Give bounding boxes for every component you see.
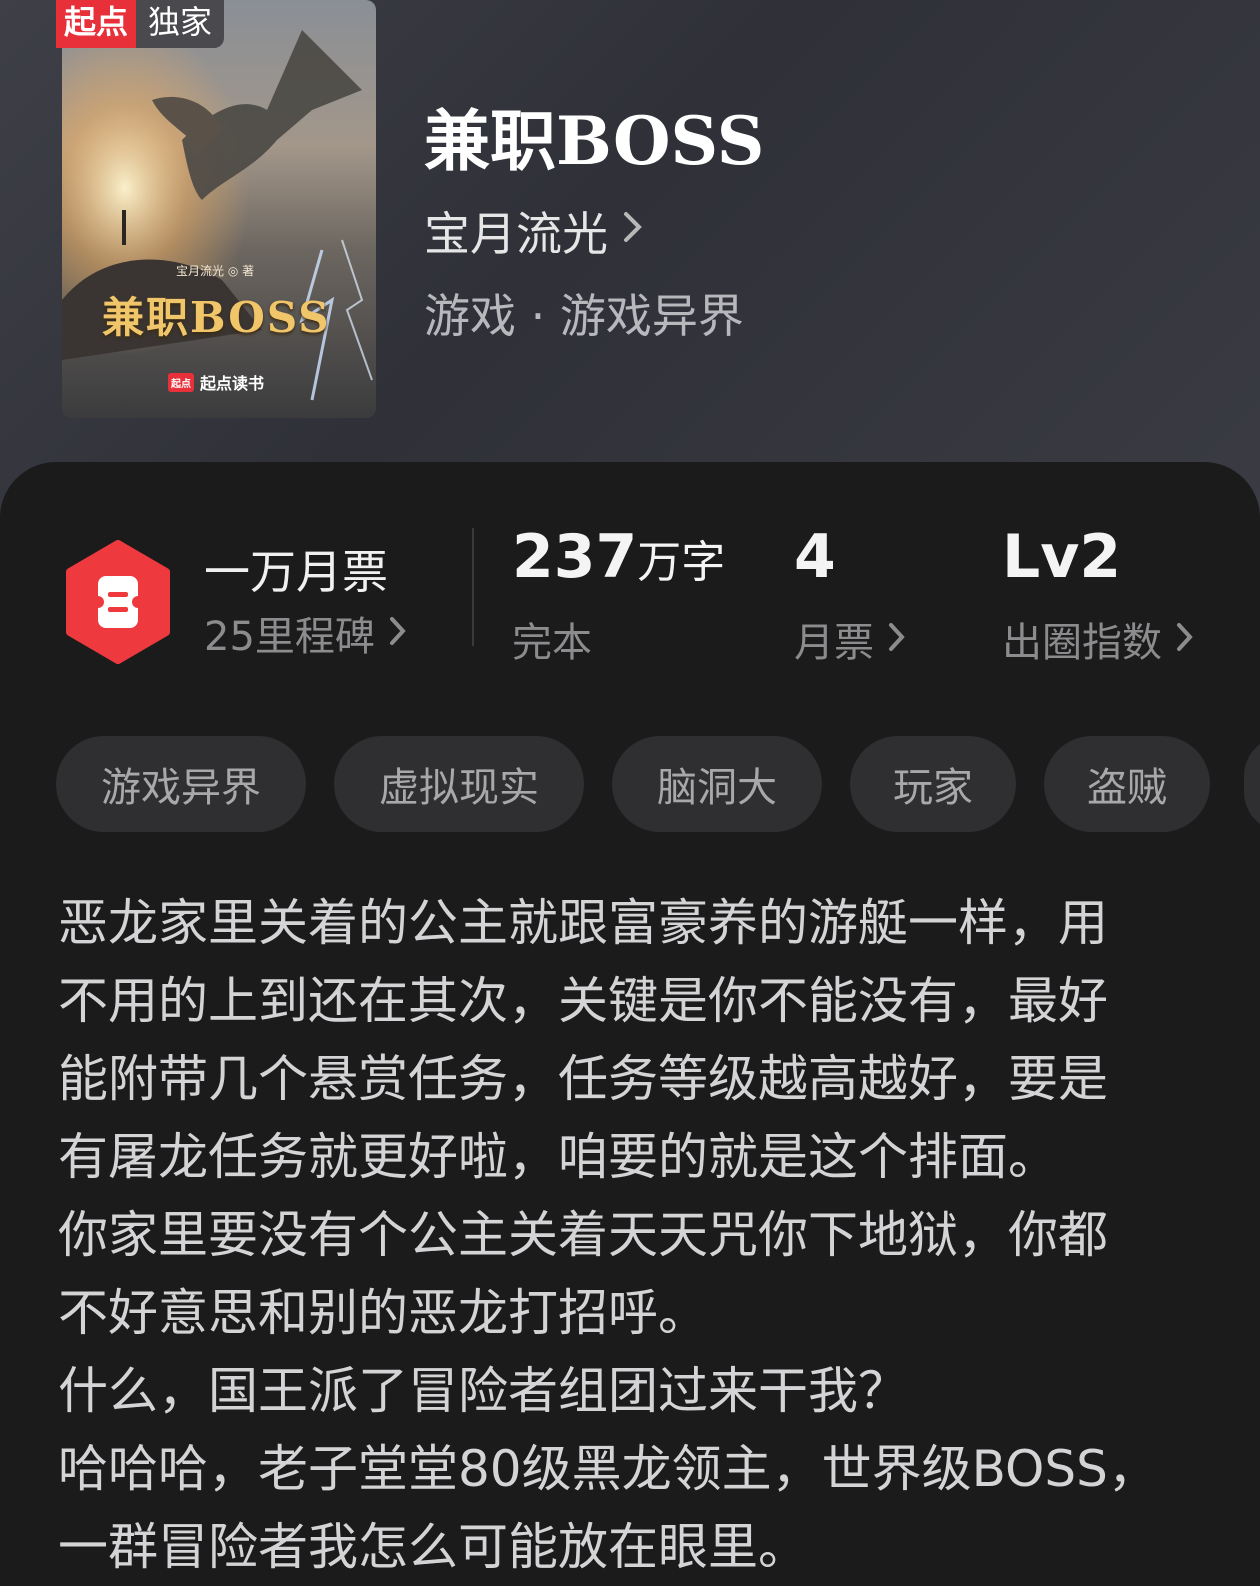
- word-count-unit: 万字: [637, 537, 726, 588]
- description-line: 恶龙家里关着的公主就跟富豪养的游艇一样，用: [58, 894, 1108, 952]
- completion-status-label: 完本: [512, 620, 592, 666]
- word-count-value: 237: [512, 522, 638, 592]
- author-name: 宝月流光: [424, 207, 608, 261]
- book-description[interactable]: 恶龙家里关着的公主就跟富豪养的游艇一样，用 不用的上到还在其次，关键是你不能没有…: [58, 884, 1238, 1586]
- description-line: 有屠龙任务就更好啦，咱要的就是这个排面。: [58, 1128, 1058, 1186]
- cover-author-text: 宝月流光 ◎ 著: [176, 264, 255, 278]
- tag-chip[interactable]: 虚拟现实: [334, 736, 584, 832]
- book-title: 兼职BOSS: [424, 102, 765, 180]
- word-count: 237万字: [512, 522, 725, 592]
- cover-artwork: [62, 0, 376, 418]
- milestone-ticket-icon[interactable]: [62, 540, 174, 664]
- exclusive-badge: 起点 独家: [56, 0, 225, 48]
- chevron-right-icon: [888, 616, 906, 662]
- tag-chip[interactable]: 盗贼: [1044, 736, 1210, 832]
- cover-publisher: 起点 起点读书: [168, 370, 264, 394]
- chevron-right-icon: [1176, 616, 1194, 662]
- publisher-logo-icon: 起点: [168, 372, 194, 392]
- description-line: 不好意思和别的恶龙打招呼。: [58, 1284, 708, 1342]
- description-line: 哈哈哈，老子堂堂80级黑龙领主，世界级BOSS，: [58, 1440, 1158, 1498]
- publisher-name: 起点读书: [200, 374, 265, 393]
- completion-status: 完本: [512, 610, 592, 668]
- description-line: 能附带几个悬赏任务，任务等级越高越好，要是: [58, 1050, 1108, 1108]
- monthly-votes-link[interactable]: 月票: [794, 610, 906, 668]
- milestone-link[interactable]: 25里程碑: [204, 604, 407, 662]
- book-cover-image[interactable]: 宝月流光 ◎ 著 兼职BOSS 起点 起点读书: [62, 0, 376, 418]
- description-line: 不用的上到还在其次，关键是你不能没有，最好: [58, 972, 1108, 1030]
- description-line: 你家里要没有个公主关着天天咒你下地狱，你都: [58, 1206, 1108, 1264]
- badge-brand: 起点: [56, 0, 137, 48]
- milestone-title: 一万月票: [204, 545, 388, 599]
- chevron-right-icon: [622, 210, 644, 253]
- influence-value: Lv2: [1002, 522, 1122, 592]
- book-genre: 游戏 · 游戏异界: [424, 289, 744, 343]
- tag-chip[interactable]: 玩家: [850, 736, 1016, 832]
- monthly-votes-value: 4: [794, 522, 836, 592]
- stats-divider: [472, 528, 474, 646]
- chevron-right-icon: [389, 610, 407, 656]
- tag-chip[interactable]: 游戏异界: [56, 736, 306, 832]
- influence-link[interactable]: 出圈指数: [1002, 610, 1194, 668]
- author-link[interactable]: 宝月流光: [424, 198, 644, 264]
- description-line: 什么，国王派了冒险者组团过来干我？: [58, 1362, 908, 1420]
- influence-label: 出圈指数: [1002, 620, 1162, 666]
- description-line: 一群冒险者我怎么可能放在眼里。: [58, 1518, 808, 1576]
- badge-label: 独家: [136, 0, 225, 48]
- milestone-sub: 25里程碑: [204, 614, 375, 660]
- tag-list: 游戏异界 虚拟现实 脑洞大 玩家 盗贼: [56, 736, 1210, 832]
- tag-chip[interactable]: 脑洞大: [612, 736, 822, 832]
- monthly-votes-label: 月票: [794, 620, 874, 666]
- cover-title-text: 兼职BOSS: [102, 293, 331, 342]
